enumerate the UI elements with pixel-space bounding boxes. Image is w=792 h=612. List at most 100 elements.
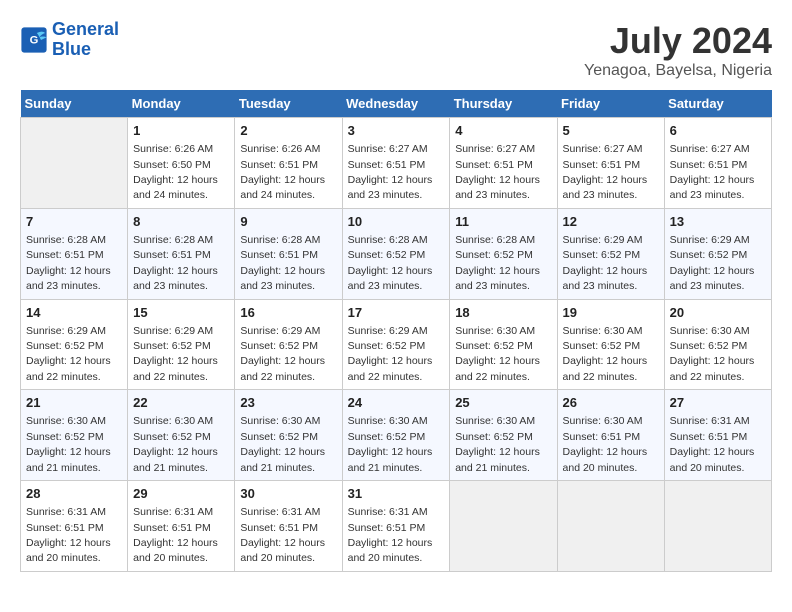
calendar-cell (21, 118, 128, 209)
calendar-cell: 29 Sunrise: 6:31 AMSunset: 6:51 PMDaylig… (128, 481, 235, 572)
calendar-cell: 3 Sunrise: 6:27 AMSunset: 6:51 PMDayligh… (342, 118, 450, 209)
day-number: 8 (133, 213, 229, 231)
day-info: Sunrise: 6:27 AMSunset: 6:51 PMDaylight:… (670, 143, 755, 201)
calendar-cell: 19 Sunrise: 6:30 AMSunset: 6:52 PMDaylig… (557, 299, 664, 390)
calendar-cell: 9 Sunrise: 6:28 AMSunset: 6:51 PMDayligh… (235, 208, 342, 299)
day-info: Sunrise: 6:28 AMSunset: 6:51 PMDaylight:… (26, 234, 111, 292)
day-info: Sunrise: 6:27 AMSunset: 6:51 PMDaylight:… (563, 143, 648, 201)
logo-text: General Blue (52, 20, 119, 60)
calendar-cell: 30 Sunrise: 6:31 AMSunset: 6:51 PMDaylig… (235, 481, 342, 572)
day-info: Sunrise: 6:31 AMSunset: 6:51 PMDaylight:… (240, 506, 325, 564)
day-number: 12 (563, 213, 659, 231)
day-info: Sunrise: 6:30 AMSunset: 6:52 PMDaylight:… (240, 415, 325, 473)
calendar-cell: 5 Sunrise: 6:27 AMSunset: 6:51 PMDayligh… (557, 118, 664, 209)
calendar-cell: 16 Sunrise: 6:29 AMSunset: 6:52 PMDaylig… (235, 299, 342, 390)
day-number: 29 (133, 485, 229, 503)
day-info: Sunrise: 6:29 AMSunset: 6:52 PMDaylight:… (348, 325, 433, 383)
day-info: Sunrise: 6:28 AMSunset: 6:52 PMDaylight:… (455, 234, 540, 292)
day-number: 13 (670, 213, 766, 231)
month-year: July 2024 (584, 20, 772, 62)
day-info: Sunrise: 6:26 AMSunset: 6:51 PMDaylight:… (240, 143, 325, 201)
logo-blue: Blue (52, 40, 119, 60)
day-info: Sunrise: 6:30 AMSunset: 6:51 PMDaylight:… (563, 415, 648, 473)
day-number: 24 (348, 394, 445, 412)
day-number: 25 (455, 394, 551, 412)
day-number: 14 (26, 304, 122, 322)
week-row-3: 14 Sunrise: 6:29 AMSunset: 6:52 PMDaylig… (21, 299, 772, 390)
day-info: Sunrise: 6:30 AMSunset: 6:52 PMDaylight:… (133, 415, 218, 473)
weekday-row: SundayMondayTuesdayWednesdayThursdayFrid… (21, 90, 772, 118)
day-info: Sunrise: 6:29 AMSunset: 6:52 PMDaylight:… (133, 325, 218, 383)
calendar-cell: 22 Sunrise: 6:30 AMSunset: 6:52 PMDaylig… (128, 390, 235, 481)
day-number: 22 (133, 394, 229, 412)
day-info: Sunrise: 6:27 AMSunset: 6:51 PMDaylight:… (348, 143, 433, 201)
calendar-cell: 18 Sunrise: 6:30 AMSunset: 6:52 PMDaylig… (450, 299, 557, 390)
day-number: 2 (240, 122, 336, 140)
day-number: 6 (670, 122, 766, 140)
calendar-cell: 21 Sunrise: 6:30 AMSunset: 6:52 PMDaylig… (21, 390, 128, 481)
location: Yenagoa, Bayelsa, Nigeria (584, 62, 772, 80)
calendar-cell: 25 Sunrise: 6:30 AMSunset: 6:52 PMDaylig… (450, 390, 557, 481)
logo: G General Blue (20, 20, 119, 60)
calendar-cell: 10 Sunrise: 6:28 AMSunset: 6:52 PMDaylig… (342, 208, 450, 299)
day-number: 16 (240, 304, 336, 322)
calendar-cell (664, 481, 771, 572)
logo-general: General (52, 19, 119, 39)
week-row-4: 21 Sunrise: 6:30 AMSunset: 6:52 PMDaylig… (21, 390, 772, 481)
day-number: 10 (348, 213, 445, 231)
svg-text:G: G (30, 34, 39, 46)
calendar-header: SundayMondayTuesdayWednesdayThursdayFrid… (21, 90, 772, 118)
day-info: Sunrise: 6:28 AMSunset: 6:52 PMDaylight:… (348, 234, 433, 292)
day-number: 15 (133, 304, 229, 322)
day-number: 4 (455, 122, 551, 140)
calendar-cell: 23 Sunrise: 6:30 AMSunset: 6:52 PMDaylig… (235, 390, 342, 481)
calendar-cell (557, 481, 664, 572)
day-number: 31 (348, 485, 445, 503)
weekday-header-saturday: Saturday (664, 90, 771, 118)
calendar-cell: 31 Sunrise: 6:31 AMSunset: 6:51 PMDaylig… (342, 481, 450, 572)
calendar-cell: 8 Sunrise: 6:28 AMSunset: 6:51 PMDayligh… (128, 208, 235, 299)
day-info: Sunrise: 6:30 AMSunset: 6:52 PMDaylight:… (670, 325, 755, 383)
day-number: 21 (26, 394, 122, 412)
calendar-cell: 7 Sunrise: 6:28 AMSunset: 6:51 PMDayligh… (21, 208, 128, 299)
calendar-body: 1 Sunrise: 6:26 AMSunset: 6:50 PMDayligh… (21, 118, 772, 572)
week-row-1: 1 Sunrise: 6:26 AMSunset: 6:50 PMDayligh… (21, 118, 772, 209)
day-number: 7 (26, 213, 122, 231)
calendar-cell: 26 Sunrise: 6:30 AMSunset: 6:51 PMDaylig… (557, 390, 664, 481)
week-row-5: 28 Sunrise: 6:31 AMSunset: 6:51 PMDaylig… (21, 481, 772, 572)
calendar-cell: 24 Sunrise: 6:30 AMSunset: 6:52 PMDaylig… (342, 390, 450, 481)
day-info: Sunrise: 6:30 AMSunset: 6:52 PMDaylight:… (26, 415, 111, 473)
day-info: Sunrise: 6:29 AMSunset: 6:52 PMDaylight:… (26, 325, 111, 383)
day-number: 9 (240, 213, 336, 231)
calendar-cell: 11 Sunrise: 6:28 AMSunset: 6:52 PMDaylig… (450, 208, 557, 299)
calendar-cell: 12 Sunrise: 6:29 AMSunset: 6:52 PMDaylig… (557, 208, 664, 299)
day-info: Sunrise: 6:31 AMSunset: 6:51 PMDaylight:… (26, 506, 111, 564)
day-number: 5 (563, 122, 659, 140)
day-number: 19 (563, 304, 659, 322)
day-info: Sunrise: 6:26 AMSunset: 6:50 PMDaylight:… (133, 143, 218, 201)
calendar-cell: 4 Sunrise: 6:27 AMSunset: 6:51 PMDayligh… (450, 118, 557, 209)
calendar-cell: 20 Sunrise: 6:30 AMSunset: 6:52 PMDaylig… (664, 299, 771, 390)
day-info: Sunrise: 6:27 AMSunset: 6:51 PMDaylight:… (455, 143, 540, 201)
day-info: Sunrise: 6:28 AMSunset: 6:51 PMDaylight:… (133, 234, 218, 292)
day-number: 3 (348, 122, 445, 140)
weekday-header-wednesday: Wednesday (342, 90, 450, 118)
day-number: 20 (670, 304, 766, 322)
calendar-cell: 14 Sunrise: 6:29 AMSunset: 6:52 PMDaylig… (21, 299, 128, 390)
day-info: Sunrise: 6:30 AMSunset: 6:52 PMDaylight:… (455, 325, 540, 383)
calendar-cell: 13 Sunrise: 6:29 AMSunset: 6:52 PMDaylig… (664, 208, 771, 299)
day-number: 28 (26, 485, 122, 503)
weekday-header-sunday: Sunday (21, 90, 128, 118)
calendar-cell (450, 481, 557, 572)
day-info: Sunrise: 6:28 AMSunset: 6:51 PMDaylight:… (240, 234, 325, 292)
weekday-header-tuesday: Tuesday (235, 90, 342, 118)
calendar-cell: 15 Sunrise: 6:29 AMSunset: 6:52 PMDaylig… (128, 299, 235, 390)
day-info: Sunrise: 6:31 AMSunset: 6:51 PMDaylight:… (670, 415, 755, 473)
day-info: Sunrise: 6:30 AMSunset: 6:52 PMDaylight:… (563, 325, 648, 383)
day-number: 17 (348, 304, 445, 322)
day-number: 26 (563, 394, 659, 412)
week-row-2: 7 Sunrise: 6:28 AMSunset: 6:51 PMDayligh… (21, 208, 772, 299)
day-number: 30 (240, 485, 336, 503)
day-info: Sunrise: 6:30 AMSunset: 6:52 PMDaylight:… (348, 415, 433, 473)
day-number: 27 (670, 394, 766, 412)
